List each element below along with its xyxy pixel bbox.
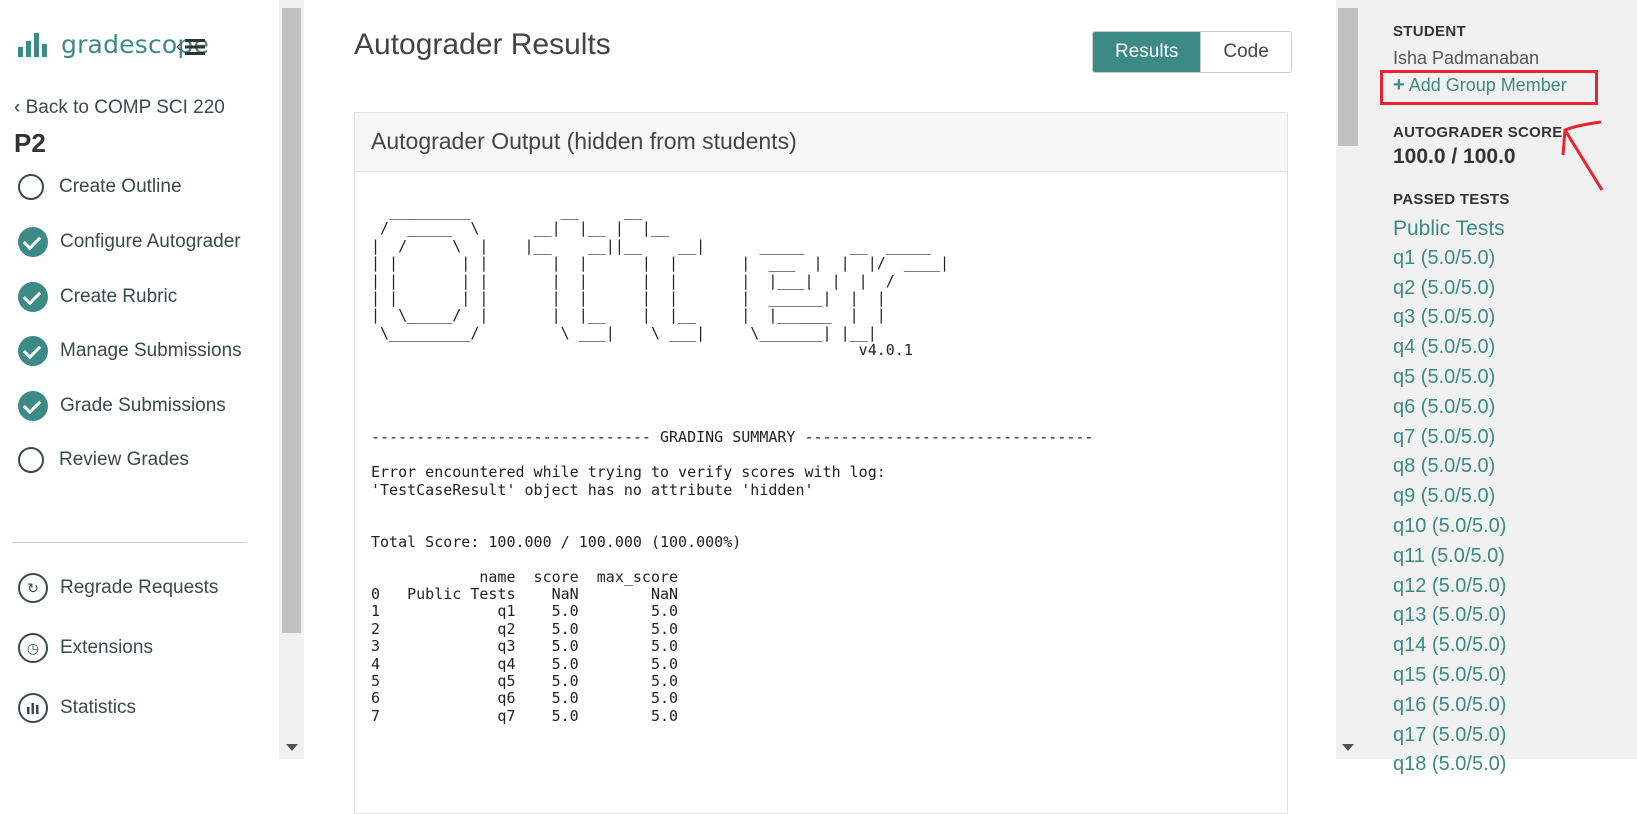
passed-test-link[interactable]: q17 (5.0/5.0) — [1393, 721, 1506, 751]
scroll-down-arrow-icon[interactable] — [286, 744, 298, 751]
sidebar-item-label: Review Grades — [59, 449, 189, 470]
passed-test-link[interactable]: q10 (5.0/5.0) — [1393, 512, 1506, 542]
main-content: Autograder Results Results Code Autograd… — [304, 0, 1336, 814]
sidebar-item-label: Grade Submissions — [60, 395, 226, 416]
sidebar-item-statistics[interactable]: Statistics — [18, 693, 136, 723]
results-tab[interactable]: Results — [1093, 32, 1201, 72]
autograder-score-label: AUTOGRADER SCORE — [1393, 124, 1563, 141]
passed-test-link[interactable]: q12 (5.0/5.0) — [1393, 572, 1506, 602]
passed-test-link[interactable]: q6 (5.0/5.0) — [1393, 393, 1506, 423]
autograder-output-panel: Autograder Output (hidden from students)… — [354, 112, 1288, 814]
total-score-line: Total Score: 100.000 / 100.000 (100.000%… — [371, 532, 742, 551]
scrollbar-thumb[interactable] — [282, 8, 301, 633]
main-scrollbar[interactable] — [1336, 0, 1360, 759]
passed-test-link[interactable]: q1 (5.0/5.0) — [1393, 244, 1506, 274]
view-toggle: Results Code — [1092, 31, 1292, 73]
results-table-row: 0 Public Tests NaN NaN — [371, 584, 679, 603]
sidebar-item-label: Statistics — [60, 697, 137, 718]
passed-test-link[interactable]: q16 (5.0/5.0) — [1393, 691, 1506, 721]
error-line: Error encountered while trying to verify… — [371, 463, 886, 482]
bar-chart-icon — [18, 693, 48, 723]
annotation-arrow-icon — [1561, 120, 1604, 191]
submission-info-pane: STUDENT Isha Padmanaban + Add Group Memb… — [1360, 0, 1637, 775]
results-table-row: 7 q7 5.0 5.0 — [371, 706, 679, 725]
regrade-icon: ↻ — [18, 573, 48, 603]
passed-test-link[interactable]: q5 (5.0/5.0) — [1393, 363, 1506, 393]
empty-circle-icon — [18, 447, 44, 473]
sidebar-item-create-rubric[interactable]: Create Rubric — [18, 282, 177, 312]
scrollbar-thumb[interactable] — [1338, 8, 1358, 146]
sidebar-item-extensions[interactable]: ◷ Extensions — [18, 633, 153, 663]
passed-test-link[interactable]: q2 (5.0/5.0) — [1393, 274, 1506, 304]
sidebar-divider — [12, 542, 247, 543]
sidebar-item-review-grades[interactable]: Review Grades — [18, 447, 189, 473]
sidebar-item-label: Configure Autograder — [60, 231, 241, 252]
passed-test-link[interactable]: q8 (5.0/5.0) — [1393, 452, 1506, 482]
passed-test-link[interactable]: q9 (5.0/5.0) — [1393, 482, 1506, 512]
check-circle-icon — [18, 227, 48, 257]
results-table-row: 6 q6 5.0 5.0 — [371, 689, 679, 708]
results-table-row: 2 q2 5.0 5.0 — [371, 619, 679, 638]
passed-tests-list: Public Tests q1 (5.0/5.0) q2 (5.0/5.0) q… — [1393, 214, 1506, 780]
results-table-header: name score max_score — [371, 567, 679, 586]
passed-test-link[interactable]: q3 (5.0/5.0) — [1393, 303, 1506, 333]
page-title: Autograder Results — [354, 28, 611, 61]
grading-summary-line: ------------------------------- GRADING … — [371, 428, 1094, 447]
scroll-down-arrow-icon[interactable] — [1342, 744, 1354, 751]
autograder-score: 100.0 / 100.0 — [1393, 145, 1516, 168]
passed-test-link[interactable]: q4 (5.0/5.0) — [1393, 333, 1506, 363]
sidebar-item-label: Manage Submissions — [60, 340, 242, 361]
sidebar-item-regrade-requests[interactable]: ↻ Regrade Requests — [18, 573, 218, 603]
panel-title: Autograder Output (hidden from students) — [355, 113, 1287, 172]
sidebar-item-grade-submissions[interactable]: Grade Submissions — [18, 391, 226, 421]
check-circle-icon — [18, 282, 48, 312]
results-table-row: 1 q1 5.0 5.0 — [371, 602, 679, 621]
sidebar-item-label: Create Outline — [59, 176, 182, 197]
sidebar-item-label: Extensions — [60, 637, 153, 658]
error-line: 'TestCaseResult' object has no attribute… — [371, 480, 814, 499]
passed-test-link[interactable]: q14 (5.0/5.0) — [1393, 631, 1506, 661]
sidebar-item-manage-submissions[interactable]: Manage Submissions — [18, 336, 242, 366]
passed-test-link[interactable]: q18 (5.0/5.0) — [1393, 750, 1506, 780]
logo-bars-icon — [18, 32, 47, 57]
check-circle-icon — [18, 391, 48, 421]
back-to-course-link[interactable]: ‹ Back to COMP SCI 220 — [14, 97, 225, 119]
results-table-row: 3 q3 5.0 5.0 — [371, 637, 679, 656]
sidebar-item-configure-autograder[interactable]: Configure Autograder — [18, 227, 241, 257]
passed-test-link[interactable]: q15 (5.0/5.0) — [1393, 661, 1506, 691]
sidebar-item-create-outline[interactable]: Create Outline — [18, 174, 182, 200]
sidebar-scrollbar[interactable] — [279, 0, 304, 759]
passed-test-link[interactable]: Public Tests — [1393, 214, 1506, 244]
results-table-row: 5 q5 5.0 5.0 — [371, 671, 679, 690]
passed-test-link[interactable]: q11 (5.0/5.0) — [1393, 542, 1506, 572]
back-link-label: Back to COMP SCI 220 — [25, 97, 225, 118]
results-table-row: 4 q4 5.0 5.0 — [371, 654, 679, 673]
passed-test-link[interactable]: q13 (5.0/5.0) — [1393, 601, 1506, 631]
otter-banner: _________ __ __ / _____ \ __| |__ | |__ … — [371, 202, 949, 360]
hamburger-menu-icon — [185, 39, 206, 55]
sidebar-item-label: Create Rubric — [60, 286, 178, 307]
empty-circle-icon — [18, 174, 44, 200]
passed-test-link[interactable]: q7 (5.0/5.0) — [1393, 423, 1506, 453]
autograder-output-text: _________ __ __ / _____ \ __| |__ | |__ … — [371, 202, 1094, 725]
chevron-left-icon: ‹ — [176, 38, 182, 55]
check-circle-icon — [18, 336, 48, 366]
code-tab[interactable]: Code — [1200, 32, 1291, 72]
sidebar-item-label: Regrade Requests — [60, 577, 219, 598]
clock-icon: ◷ — [18, 633, 48, 663]
collapse-sidebar-button[interactable]: ‹ — [176, 38, 206, 56]
passed-tests-label: PASSED TESTS — [1393, 191, 1510, 208]
left-sidebar: gradescope ‹ ‹ Back to COMP SCI 220 P2 C… — [0, 0, 278, 759]
chevron-left-icon: ‹ — [14, 97, 26, 118]
assignment-title: P2 — [14, 128, 46, 158]
